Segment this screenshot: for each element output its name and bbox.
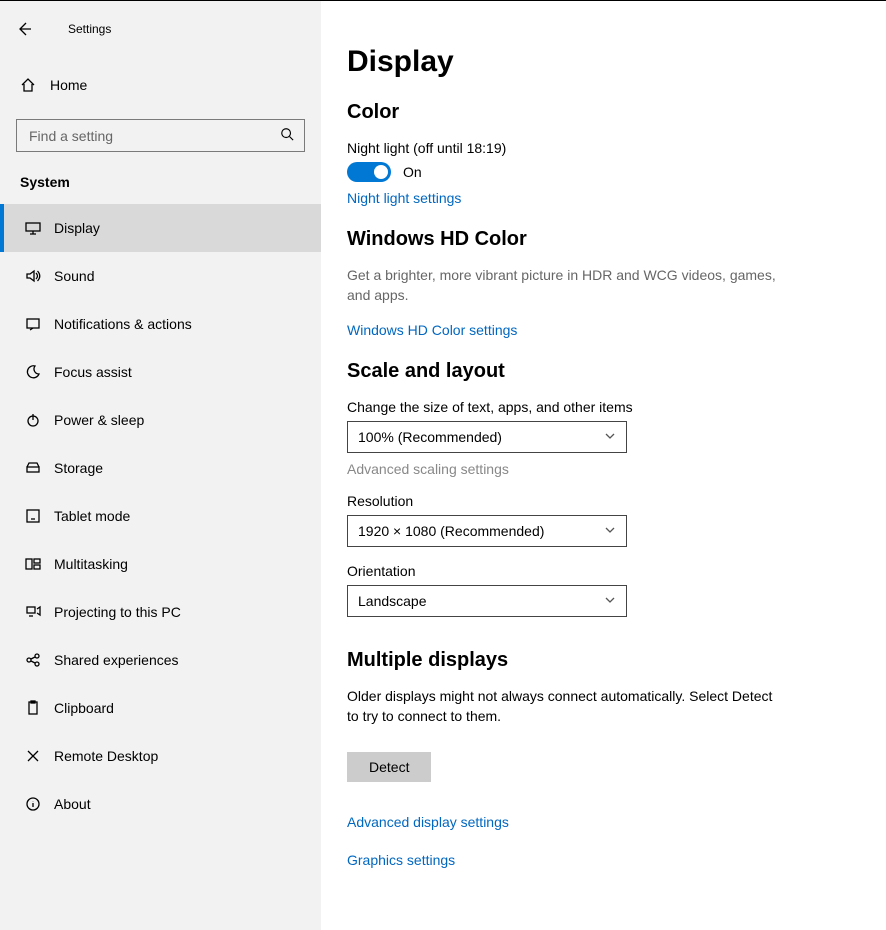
nav-display[interactable]: Display (0, 204, 321, 252)
tablet-icon (24, 507, 42, 525)
nav-label: Focus assist (54, 364, 132, 380)
chevron-down-icon (604, 429, 616, 445)
nav-multitask[interactable]: Multitasking (0, 540, 321, 588)
search-icon (280, 127, 294, 144)
window-title: Settings (68, 22, 111, 36)
nightlight-toggle[interactable] (347, 162, 391, 182)
notifications-icon (24, 315, 42, 333)
home-icon (20, 77, 38, 93)
nav-focus[interactable]: Focus assist (0, 348, 321, 396)
nav-projecting[interactable]: Projecting to this PC (0, 588, 321, 636)
color-heading: Color (347, 101, 846, 124)
nav-label: Clipboard (54, 700, 114, 716)
hdcolor-heading: Windows HD Color (347, 228, 846, 251)
main-panel: Display Color Night light (off until 18:… (321, 1, 886, 930)
advanced-display-link[interactable]: Advanced display settings (347, 814, 509, 830)
nav-remote[interactable]: Remote Desktop (0, 732, 321, 780)
shared-icon (24, 651, 42, 669)
page-title: Display (347, 45, 846, 79)
chevron-down-icon (604, 593, 616, 609)
search-input[interactable] (27, 127, 280, 145)
nav-notifications[interactable]: Notifications & actions (0, 300, 321, 348)
nav-clipboard[interactable]: Clipboard (0, 684, 321, 732)
resolution-value: 1920 × 1080 (Recommended) (358, 523, 544, 539)
orientation-label: Orientation (347, 563, 846, 579)
resolution-select[interactable]: 1920 × 1080 (Recommended) (347, 515, 627, 547)
power-icon (24, 411, 42, 429)
home-nav[interactable]: Home (0, 67, 321, 103)
nav-label: Power & sleep (54, 412, 144, 428)
nav-sound[interactable]: Sound (0, 252, 321, 300)
nav-label: Notifications & actions (54, 316, 192, 332)
nav-label: Sound (54, 268, 94, 284)
nav-shared[interactable]: Shared experiences (0, 636, 321, 684)
clipboard-icon (24, 699, 42, 717)
nav-label: Display (54, 220, 100, 236)
orientation-value: Landscape (358, 593, 427, 609)
multidisplay-heading: Multiple displays (347, 649, 846, 672)
chevron-down-icon (604, 523, 616, 539)
nav-label: Shared experiences (54, 652, 179, 668)
nav-label: Tablet mode (54, 508, 130, 524)
nav-label: About (54, 796, 91, 812)
projecting-icon (24, 603, 42, 621)
nav-list: Display Sound Notifications & actions Fo… (0, 204, 321, 828)
about-icon (24, 795, 42, 813)
nav-label: Remote Desktop (54, 748, 158, 764)
nav-about[interactable]: About (0, 780, 321, 828)
orientation-select[interactable]: Landscape (347, 585, 627, 617)
remote-icon (24, 747, 42, 765)
group-header: System (0, 152, 321, 204)
nav-power[interactable]: Power & sleep (0, 396, 321, 444)
search-box[interactable] (16, 119, 305, 152)
resolution-label: Resolution (347, 493, 846, 509)
scale-select[interactable]: 100% (Recommended) (347, 421, 627, 453)
scale-size-label: Change the size of text, apps, and other… (347, 399, 846, 415)
hdcolor-link[interactable]: Windows HD Color settings (347, 322, 517, 338)
storage-icon (24, 459, 42, 477)
scale-heading: Scale and layout (347, 360, 846, 383)
hdcolor-desc: Get a brighter, more vibrant picture in … (347, 265, 777, 306)
multidisplay-desc: Older displays might not always connect … (347, 686, 787, 727)
nav-label: Multitasking (54, 556, 128, 572)
nav-label: Projecting to this PC (54, 604, 181, 620)
monitor-icon (24, 219, 42, 237)
scale-value: 100% (Recommended) (358, 429, 502, 445)
moon-icon (24, 363, 42, 381)
nav-label: Storage (54, 460, 103, 476)
nav-storage[interactable]: Storage (0, 444, 321, 492)
sound-icon (24, 267, 42, 285)
home-label: Home (50, 77, 87, 93)
sidebar: Settings Home System Display Sound (0, 1, 321, 930)
detect-button[interactable]: Detect (347, 752, 431, 782)
graphics-settings-link[interactable]: Graphics settings (347, 852, 455, 868)
toggle-state: On (403, 164, 422, 180)
advanced-scaling-link[interactable]: Advanced scaling settings (347, 461, 509, 477)
nav-tablet[interactable]: Tablet mode (0, 492, 321, 540)
nightlight-settings-link[interactable]: Night light settings (347, 190, 461, 206)
back-icon[interactable] (14, 19, 34, 39)
nightlight-label: Night light (off until 18:19) (347, 140, 846, 156)
multitask-icon (24, 555, 42, 573)
